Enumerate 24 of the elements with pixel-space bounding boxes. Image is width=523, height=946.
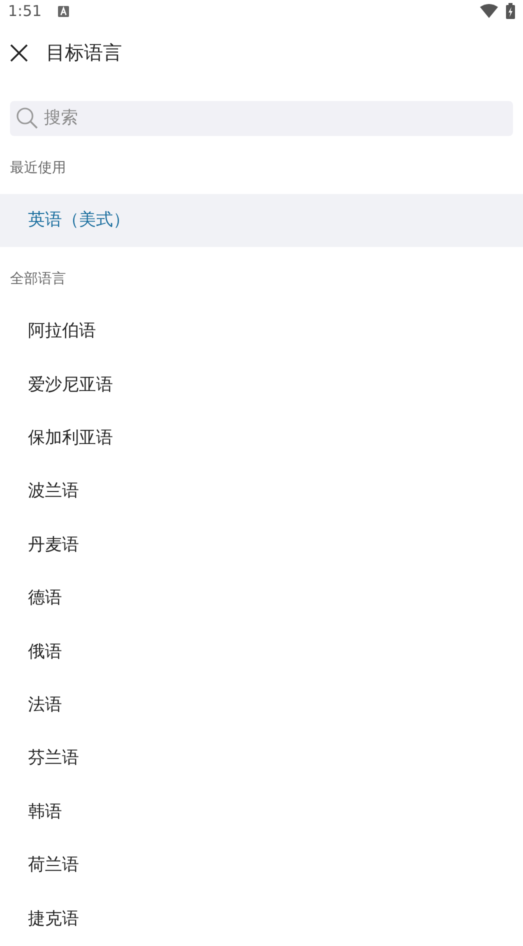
search-field[interactable]: 搜索: [10, 100, 513, 136]
section-header: 全部语言: [10, 270, 66, 290]
language-item[interactable]: 爱沙尼亚语: [0, 358, 523, 412]
language-item[interactable]: 捷克语: [0, 892, 523, 946]
language-item[interactable]: 波兰语: [0, 465, 523, 519]
language-item[interactable]: 荷兰语: [0, 839, 523, 893]
search-icon: [16, 107, 38, 130]
language-item[interactable]: 韩语: [0, 786, 523, 840]
language-item[interactable]: 丹麦语: [0, 518, 523, 572]
notification-icon: [58, 6, 69, 17]
language-item[interactable]: 俄语: [0, 626, 523, 680]
battery-icon: [506, 3, 515, 20]
language-item[interactable]: 保加利亚语: [0, 412, 523, 466]
close-button[interactable]: [10, 44, 28, 62]
status-time: 1:51: [8, 1, 42, 22]
page-title: 目标语言: [46, 41, 122, 66]
language-item[interactable]: 阿拉伯语: [0, 305, 523, 359]
close-icon: [10, 44, 28, 62]
wifi-icon: [480, 4, 498, 18]
language-item[interactable]: 英语（美式）: [0, 194, 523, 248]
section-header: 最近使用: [10, 158, 66, 178]
language-item[interactable]: 法语: [0, 679, 523, 732]
language-item[interactable]: 德语: [0, 572, 523, 626]
language-item[interactable]: 芬兰语: [0, 732, 523, 786]
